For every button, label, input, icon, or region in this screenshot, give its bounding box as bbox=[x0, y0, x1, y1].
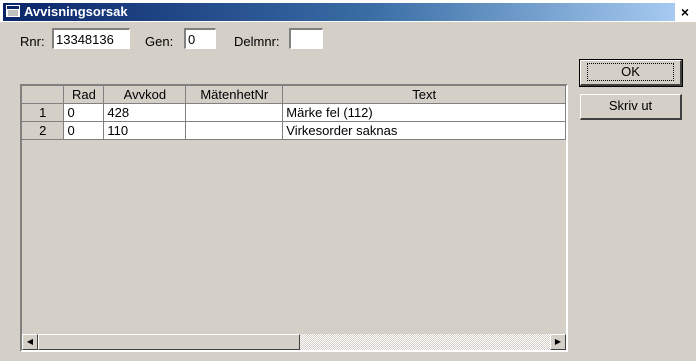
column-header-matenhetnr[interactable]: MätenhetNr bbox=[185, 86, 284, 104]
cell-avvkod[interactable]: 110 bbox=[103, 121, 187, 140]
gen-field[interactable]: 0 bbox=[184, 28, 216, 49]
scrollbar-thumb[interactable] bbox=[38, 334, 300, 350]
grid-corner-header[interactable] bbox=[22, 86, 65, 104]
table-row[interactable]: 2 0 110 Virkesorder saknas bbox=[22, 121, 566, 140]
arrow-right-icon[interactable]: ▶ bbox=[550, 334, 566, 350]
gen-label: Gen: bbox=[145, 34, 174, 49]
grid-header-row: Rad Avvkod MätenhetNr Text bbox=[22, 86, 566, 104]
cell-avvkod[interactable]: 428 bbox=[103, 103, 187, 122]
cell-text[interactable]: Virkesorder saknas bbox=[282, 121, 566, 140]
rnr-label: Rnr: bbox=[20, 34, 45, 49]
column-header-text[interactable]: Text bbox=[282, 86, 566, 104]
delmnr-label: Delmnr: bbox=[234, 34, 280, 49]
table-row[interactable]: 1 0 428 Märke fel (112) bbox=[22, 103, 566, 122]
print-button[interactable]: Skriv ut bbox=[580, 94, 682, 120]
horizontal-scrollbar[interactable]: ◀ ▶ bbox=[22, 334, 566, 350]
rnr-field[interactable]: 13348136 bbox=[52, 28, 130, 49]
row-header[interactable]: 1 bbox=[22, 103, 65, 122]
title-bar: Avvisningsorsak × bbox=[0, 0, 696, 22]
column-header-avvkod[interactable]: Avvkod bbox=[103, 86, 187, 104]
delmnr-field[interactable] bbox=[289, 28, 323, 49]
grid-table: Rad Avvkod MätenhetNr Text 1 0 428 Märke… bbox=[22, 86, 566, 140]
cell-matenhetnr[interactable] bbox=[185, 103, 284, 122]
ok-button-label: OK bbox=[587, 63, 674, 81]
ok-button[interactable]: OK bbox=[579, 59, 683, 87]
scrollbar-track[interactable] bbox=[300, 334, 550, 350]
cell-text[interactable]: Märke fel (112) bbox=[282, 103, 566, 122]
arrow-left-icon[interactable]: ◀ bbox=[22, 334, 38, 350]
cell-rad[interactable]: 0 bbox=[63, 103, 105, 122]
row-header[interactable]: 2 bbox=[22, 121, 65, 140]
cell-matenhetnr[interactable] bbox=[185, 121, 284, 140]
column-header-rad[interactable]: Rad bbox=[63, 86, 105, 104]
window-title: Avvisningsorsak bbox=[24, 4, 128, 19]
cell-rad[interactable]: 0 bbox=[63, 121, 105, 140]
window-icon bbox=[6, 5, 20, 17]
avvisning-grid[interactable]: Rad Avvkod MätenhetNr Text 1 0 428 Märke… bbox=[20, 84, 568, 352]
close-button[interactable]: × bbox=[676, 3, 694, 21]
